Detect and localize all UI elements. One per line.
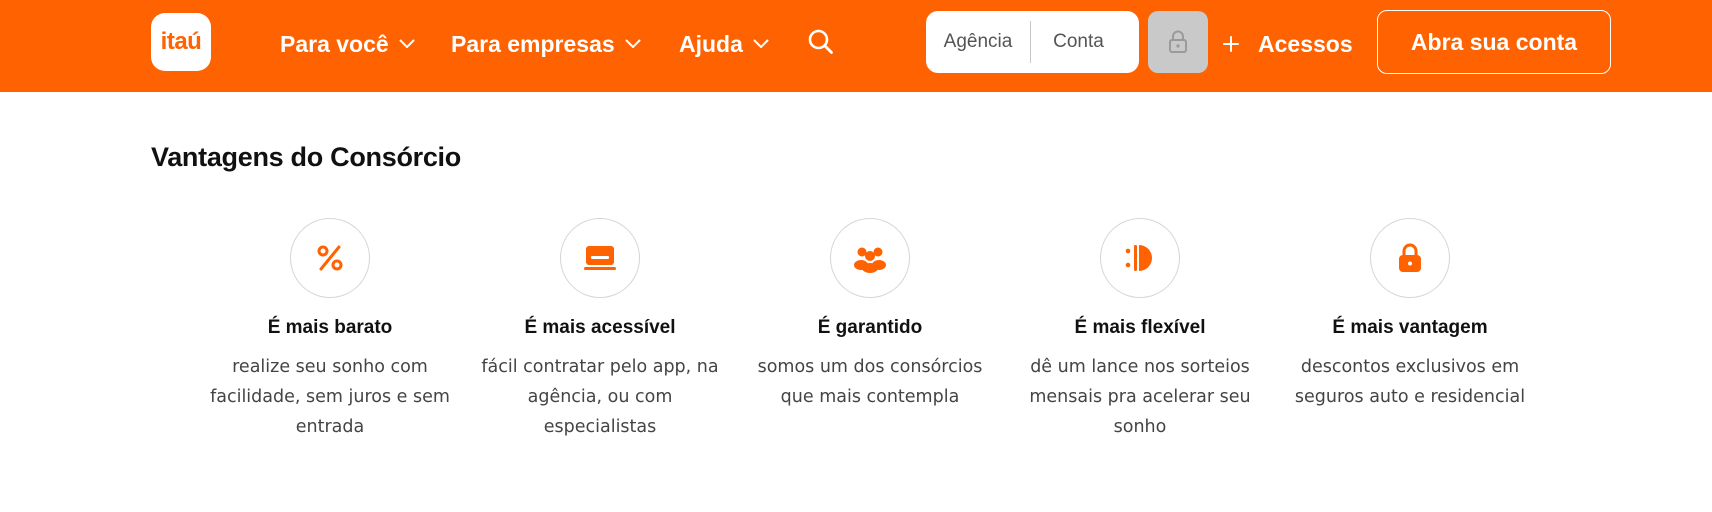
feature-desc-line: fácil contratar pelo app, na	[481, 357, 719, 377]
feature-icon-circle	[830, 218, 910, 298]
feature-icon-circle	[560, 218, 640, 298]
feature-desc-line: especialistas	[543, 417, 657, 437]
conta-input[interactable]: Conta	[1031, 11, 1126, 73]
feature-card: É mais barato realize seu sonho com faci…	[195, 218, 465, 442]
feature-card: É mais vantagem descontos exclusivos em …	[1275, 218, 1545, 412]
feature-description: descontos exclusivos em seguros auto e r…	[1295, 352, 1525, 412]
feature-description: fácil contratar pelo app, na agência, ou…	[481, 352, 718, 442]
feature-desc-line: sonho	[1113, 417, 1167, 437]
open-account-button[interactable]: Abra sua conta	[1377, 10, 1611, 74]
feature-card: É mais flexível dê um lance nos sorteios…	[1005, 218, 1275, 442]
people-icon	[854, 247, 886, 273]
search-icon	[808, 29, 833, 54]
chevron-down-icon	[625, 39, 641, 48]
plus-icon	[1223, 36, 1239, 52]
feature-title: É mais acessível	[524, 317, 676, 338]
feature-title: É garantido	[817, 317, 923, 338]
login-submit-button[interactable]	[1148, 11, 1208, 73]
acessos-button[interactable]: Acessos	[1222, 27, 1353, 61]
feature-desc-line: somos um dos consórcios	[757, 357, 983, 377]
lock-icon	[1399, 243, 1421, 272]
nav-para-voce[interactable]: Para você	[280, 27, 415, 61]
nav-ajuda-label: Ajuda	[679, 30, 743, 57]
nav-para-empresas[interactable]: Para empresas	[451, 27, 641, 61]
feature-card: É garantido somos um dos consórcios que …	[735, 218, 1005, 412]
chevron-down-icon	[399, 39, 415, 48]
feature-icon-circle	[290, 218, 370, 298]
feature-desc-line: realize seu sonho com	[232, 357, 428, 377]
feature-desc-line: mensais pra acelerar seu	[1029, 387, 1251, 407]
feature-desc-line: agência, ou com	[527, 387, 673, 407]
feature-description: realize seu sonho com facilidade, sem ju…	[210, 352, 450, 442]
feature-title: É mais vantagem	[1332, 317, 1488, 338]
feature-title: É mais barato	[267, 317, 393, 338]
feature-description: somos um dos consórcios que mais contemp…	[758, 352, 983, 412]
feature-desc-line: dê um lance nos sorteios	[1030, 357, 1250, 377]
nav-para-voce-label: Para você	[280, 30, 389, 57]
feature-icon-circle	[1370, 218, 1450, 298]
laptop-icon	[584, 246, 616, 270]
feature-title: É mais flexível	[1074, 317, 1206, 338]
feature-desc-line: entrada	[295, 417, 365, 437]
itau-logo[interactable]: itaú	[151, 13, 211, 71]
top-header: itaú Para você Para empresas Ajuda Agênc…	[0, 0, 1712, 92]
percent-icon	[317, 245, 343, 271]
nav-ajuda[interactable]: Ajuda	[679, 27, 769, 61]
feature-desc-line: seguros auto e residencial	[1294, 387, 1526, 407]
feature-desc-line: que mais contempla	[780, 387, 960, 407]
feature-desc-line: facilidade, sem juros e sem	[210, 387, 450, 407]
chevron-down-icon	[753, 39, 769, 48]
feature-description: dê um lance nos sorteios mensais pra ace…	[1029, 352, 1250, 442]
acessos-label: Acessos	[1258, 30, 1353, 57]
agencia-input[interactable]: Agência	[926, 11, 1030, 73]
feature-desc-line: descontos exclusivos em	[1300, 357, 1520, 377]
nav-para-empresas-label: Para empresas	[451, 30, 615, 57]
section-title: Vantagens do Consórcio	[151, 142, 461, 172]
login-form: Agência Conta	[926, 11, 1139, 73]
feature-icon-circle	[1100, 218, 1180, 298]
lock-icon	[1169, 30, 1187, 53]
search-button[interactable]	[806, 27, 836, 57]
flex-icon	[1125, 245, 1152, 271]
feature-card: É mais acessível fácil contratar pelo ap…	[465, 218, 735, 442]
